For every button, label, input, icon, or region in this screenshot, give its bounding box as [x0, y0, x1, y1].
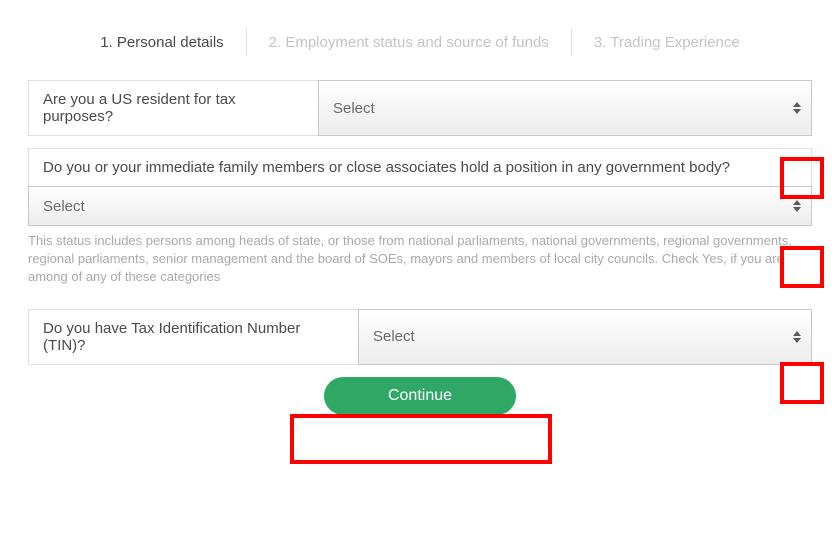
- us-resident-select[interactable]: Select: [318, 80, 812, 136]
- tin-select-wrap: Select: [358, 309, 812, 365]
- gov-position-select[interactable]: Select: [28, 186, 812, 226]
- us-resident-label: Are you a US resident for tax purposes?: [28, 80, 318, 136]
- stepper: 1. Personal details 2. Employment status…: [28, 0, 812, 80]
- continue-wrap: Continue: [28, 377, 812, 415]
- gov-position-select-wrap: Select: [28, 186, 812, 226]
- us-resident-selected-value: Select: [333, 100, 375, 117]
- tin-selected-value: Select: [373, 328, 415, 345]
- step-employment[interactable]: 2. Employment status and source of funds: [247, 30, 571, 55]
- gov-position-label: Do you or your immediate family members …: [28, 148, 812, 186]
- field-us-resident: Are you a US resident for tax purposes? …: [28, 80, 812, 136]
- field-tin: Do you have Tax Identification Number (T…: [28, 309, 812, 365]
- highlight-box: [290, 414, 552, 464]
- form-container: 1. Personal details 2. Employment status…: [0, 0, 840, 415]
- us-resident-select-wrap: Select: [318, 80, 812, 136]
- tin-label: Do you have Tax Identification Number (T…: [28, 309, 358, 365]
- field-gov-position: Do you or your immediate family members …: [28, 148, 812, 226]
- continue-button[interactable]: Continue: [324, 377, 516, 415]
- gov-position-helper: This status includes persons among heads…: [28, 232, 812, 287]
- step-trading-experience[interactable]: 3. Trading Experience: [572, 30, 762, 55]
- gov-position-selected-value: Select: [43, 198, 85, 215]
- step-personal-details[interactable]: 1. Personal details: [78, 30, 245, 55]
- tin-select[interactable]: Select: [358, 309, 812, 365]
